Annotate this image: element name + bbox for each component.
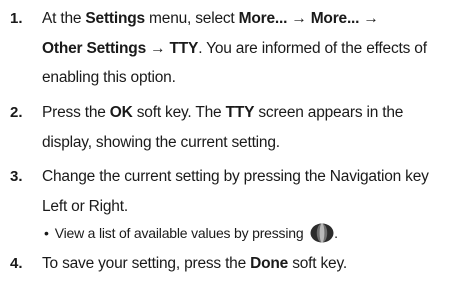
step-text: Change the current setting by pressing t…	[42, 168, 429, 215]
step-number: 2.	[10, 104, 23, 121]
step-text: At the Settings menu, select More... → M…	[42, 10, 427, 86]
sub-bullet: • View a list of available values by pres…	[42, 219, 470, 248]
soft-key-name: OK	[109, 104, 133, 121]
sub-bullet-end: .	[334, 225, 338, 241]
bullet-marker: •	[44, 225, 49, 241]
soft-key-name: Done	[250, 255, 289, 272]
screen-name: TTY	[225, 104, 255, 121]
menu-name: Settings	[85, 10, 145, 27]
step-text: Press the OK soft key. The TTY screen ap…	[42, 104, 404, 151]
step-number: 3.	[10, 168, 23, 185]
step-number: 1.	[10, 10, 23, 27]
sub-bullet-text: View a list of available values by press…	[54, 225, 304, 241]
instruction-document: 1. At the Settings menu, select More... …	[0, 0, 472, 281]
step-text: To save your setting, press the Done sof…	[42, 255, 347, 272]
navigation-key-icon	[310, 223, 334, 243]
step-number: 4.	[10, 255, 23, 272]
menu-path-end: Other Settings → TTY	[42, 39, 199, 57]
menu-path: More... → More... →	[238, 10, 379, 27]
